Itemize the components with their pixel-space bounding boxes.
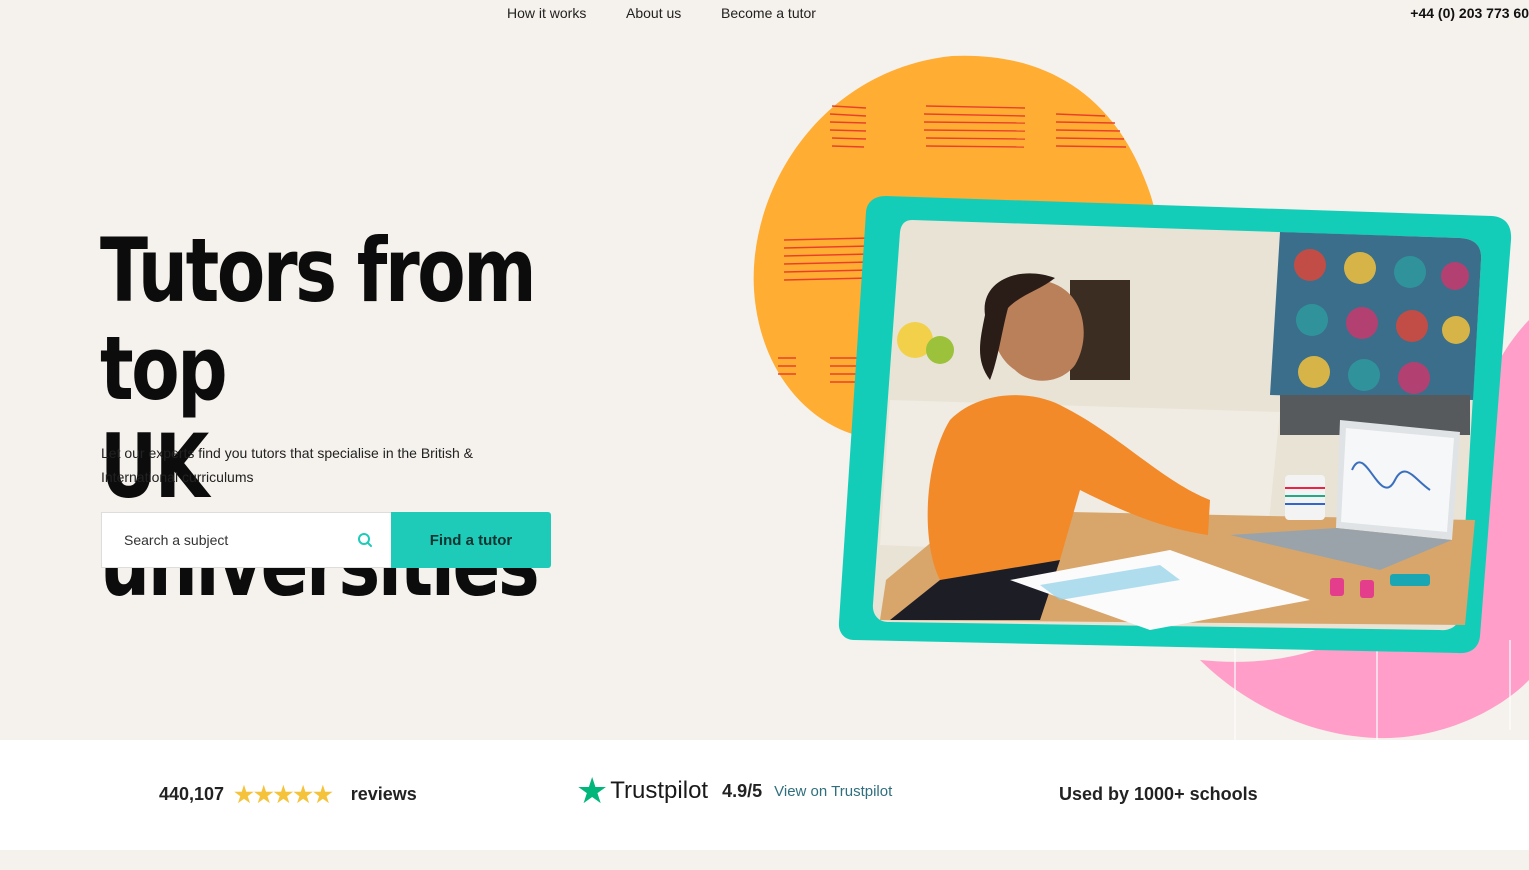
nav-link-how-it-works[interactable]: How it works: [507, 5, 586, 21]
star-icon: ★: [293, 781, 314, 807]
subject-search-input[interactable]: [102, 513, 342, 567]
trustpilot-brand: Trustpilot: [610, 777, 709, 804]
next-section-edge: [0, 850, 1529, 870]
nav-link-become-a-tutor[interactable]: Become a tutor: [721, 5, 816, 21]
search-icon[interactable]: [356, 531, 374, 549]
student-photo: [872, 220, 1482, 631]
top-navigation: How it works About us Become a tutor +44…: [0, 0, 1529, 28]
star-rating: ★ ★ ★ ★ ★: [234, 781, 333, 807]
schools-stat: Used by 1000+ schools: [1059, 784, 1258, 804]
hero-subtitle: Let our experts find you tutors that spe…: [101, 441, 501, 489]
star-icon: ★: [273, 781, 294, 807]
phone-number-link[interactable]: +44 (0) 203 773 60: [1410, 5, 1529, 21]
hero-illustration: [753, 55, 1529, 740]
nav-link-about-us[interactable]: About us: [626, 5, 681, 21]
star-icon: ★: [253, 781, 274, 807]
find-a-tutor-button[interactable]: Find a tutor: [391, 512, 551, 568]
hero-title-line-1: Tutors from top: [100, 219, 537, 420]
trustpilot-star-icon: ★: [576, 770, 609, 811]
reviews-stat: 440,107 ★ ★ ★ ★ ★ reviews: [159, 781, 417, 807]
hero-subtitle-line-1: Let our experts find you tutors that spe…: [101, 445, 473, 461]
hero-subtitle-line-2: International curriculums: [101, 469, 254, 485]
subject-search-box: [101, 512, 391, 568]
trustpilot-score: 4.9/5: [722, 780, 763, 801]
reviews-count: 440,107: [159, 784, 225, 804]
reviews-label: reviews: [350, 784, 417, 804]
star-icon: ★: [234, 781, 254, 807]
trustpilot-stat: ★ Trustpilot 4.9/5 View on Trustpilot: [576, 770, 892, 811]
trustpilot-logo: ★ Trustpilot: [576, 770, 709, 811]
stats-bar: 440,107 ★ ★ ★ ★ ★ reviews ★ Trustpilot 4…: [0, 740, 1529, 850]
star-icon: ★: [313, 781, 333, 807]
view-on-trustpilot-link[interactable]: View on Trustpilot: [774, 783, 892, 800]
